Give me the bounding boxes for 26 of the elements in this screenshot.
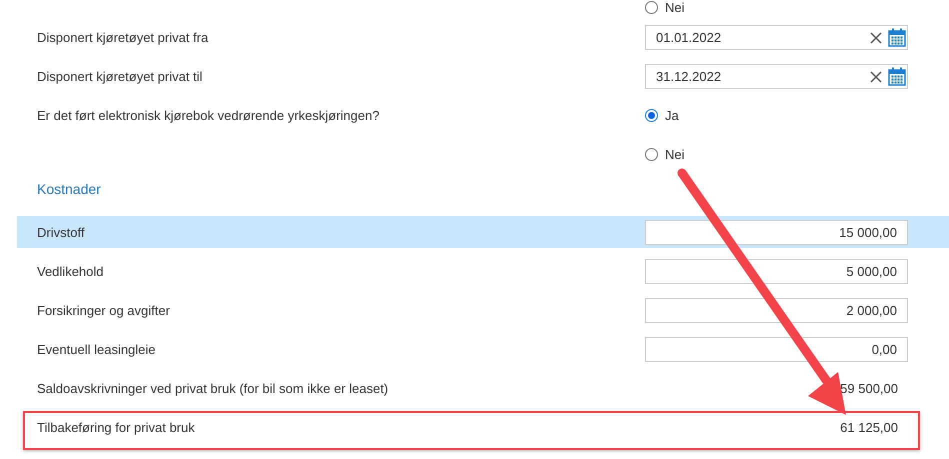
- amount-field[interactable]: 15 000,00: [645, 220, 908, 244]
- amount-text: 61 125,00: [839, 420, 899, 434]
- radio-option[interactable]: Ja: [645, 108, 679, 123]
- field-label: Disponert kjøretøyet privat til: [37, 69, 204, 84]
- date-field[interactable]: 01.01.2022: [645, 25, 908, 50]
- amount-text: 59 500,00: [839, 380, 899, 396]
- field-label: Drivstoff: [37, 224, 86, 240]
- field-label: Disponert kjøretøyet privat fra: [37, 30, 210, 45]
- field-label: Forsikringer og avgifter: [37, 302, 171, 318]
- field-label: Tilbakeføring for privat bruk: [37, 420, 196, 434]
- amount-field[interactable]: 0,00: [645, 336, 908, 362]
- calendar-icon[interactable]: [888, 67, 906, 86]
- date-field[interactable]: 31.12.2022: [645, 64, 908, 89]
- question-label: Er det ført elektronisk kjørebok vedrørende yrkeskjøringen?: [37, 108, 380, 123]
- amount-field[interactable]: 2 000,00: [645, 298, 908, 322]
- field-label: Saldoavskrivninger ved privat bruk (for bil som ikke er leaset): [37, 380, 390, 396]
- selected-row[interactable]: Drivstoff 15 000,00: [17, 216, 949, 248]
- clear-icon[interactable]: [870, 32, 882, 44]
- amount-field[interactable]: 5 000,00: [645, 258, 908, 284]
- radio-option[interactable]: Nei: [645, 147, 685, 162]
- field-label: Eventuell leasingleie: [37, 342, 157, 356]
- section-heading: Kostnader: [36, 180, 102, 199]
- clear-icon[interactable]: [870, 70, 882, 82]
- field-label: Vedlikehold: [37, 264, 104, 278]
- radio-option[interactable]: Nei: [645, 0, 685, 15]
- calendar-icon[interactable]: [888, 28, 906, 47]
